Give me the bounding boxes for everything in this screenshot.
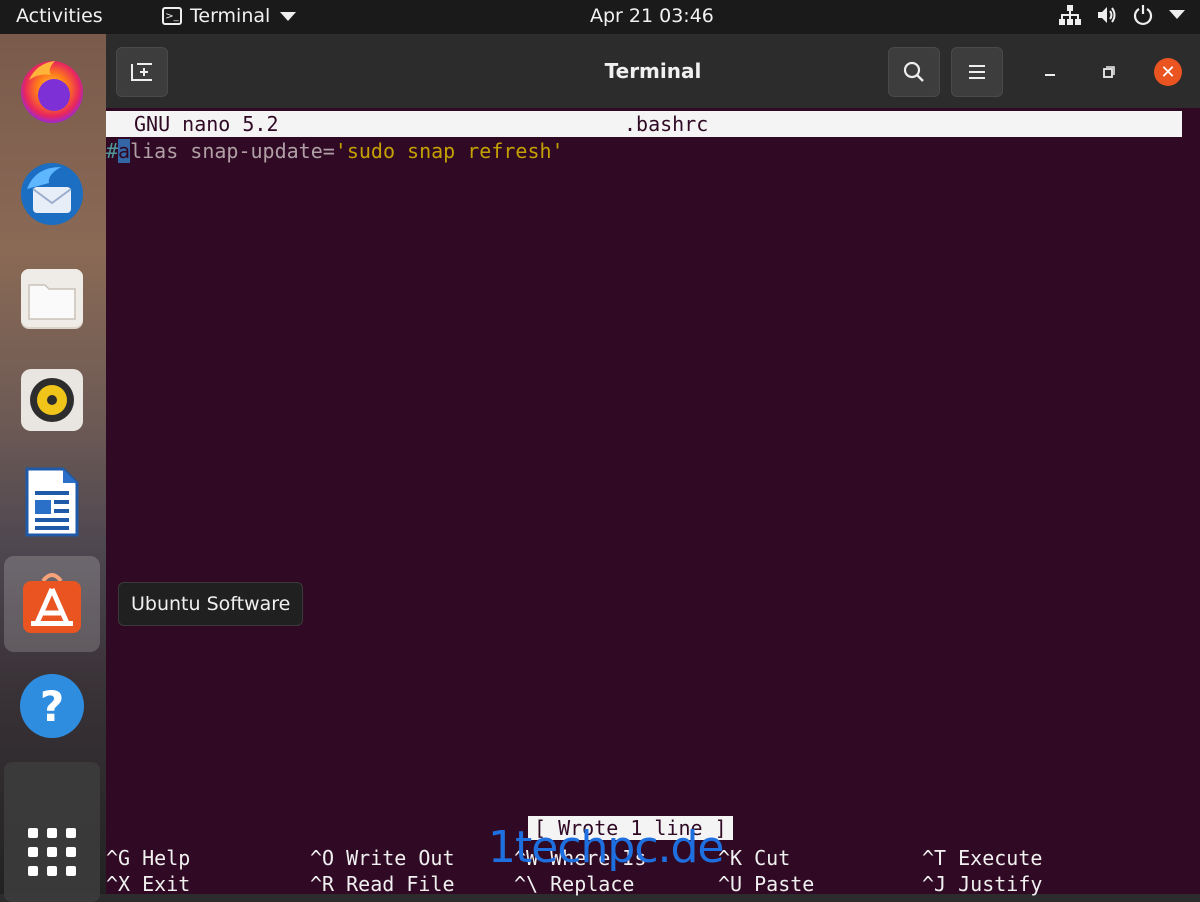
- nano-filename: .bashrc: [624, 112, 709, 136]
- shortcut-exit[interactable]: ^X Exit: [106, 872, 190, 896]
- shortcut-write-out[interactable]: ^O Write Out: [310, 846, 455, 870]
- restore-icon: [1103, 66, 1115, 78]
- comment-hash: #: [106, 139, 119, 163]
- window-titlebar[interactable]: Terminal ✕: [106, 36, 1200, 108]
- libreoffice-writer-icon[interactable]: [16, 466, 88, 538]
- shortcut-justify[interactable]: ^J Justify: [922, 872, 1042, 896]
- nano-version: GNU nano 5.2: [134, 112, 279, 136]
- app-menu-label: Terminal: [190, 5, 271, 27]
- chevron-down-icon: [280, 11, 297, 21]
- shortcut-execute[interactable]: ^T Execute: [922, 846, 1042, 870]
- minimize-button[interactable]: [1036, 58, 1064, 86]
- text-cursor: a: [118, 139, 131, 163]
- shortcut-paste[interactable]: ^U Paste: [718, 872, 814, 896]
- line-string: 'sudo snap refresh': [334, 139, 564, 163]
- hamburger-menu-icon: [969, 65, 985, 79]
- editor-line[interactable]: #alias snap-update='sudo snap refresh': [106, 139, 564, 163]
- clock[interactable]: Apr 21 03:46: [590, 5, 714, 27]
- activities-button[interactable]: Activities: [16, 5, 103, 27]
- firefox-icon[interactable]: [16, 54, 88, 126]
- close-icon: ✕: [1160, 61, 1176, 83]
- help-icon[interactable]: ?: [16, 670, 88, 742]
- line-text: lias snap-update=: [130, 139, 335, 163]
- dock-tooltip: Ubuntu Software: [118, 582, 304, 626]
- rhythmbox-icon[interactable]: [16, 364, 88, 436]
- terminal-content[interactable]: GNU nano 5.2 .bashrc #alias snap-update=…: [106, 108, 1200, 896]
- volume-icon: [1098, 7, 1116, 23]
- watermark: 1techpc.de: [488, 822, 725, 873]
- show-apps-icon[interactable]: [16, 816, 88, 888]
- shortcut-replace[interactable]: ^\ Replace: [514, 872, 634, 896]
- svg-text:?: ?: [40, 682, 64, 731]
- files-icon[interactable]: [16, 262, 88, 334]
- dock: ?: [0, 34, 106, 902]
- power-icon: [1133, 5, 1153, 26]
- chevron-down-icon: [1169, 10, 1185, 19]
- network-icon: [1059, 5, 1081, 25]
- search-button[interactable]: [888, 47, 940, 97]
- nano-title-bar: GNU nano 5.2 .bashrc: [106, 111, 1182, 137]
- shortcut-read-file[interactable]: ^R Read File: [310, 872, 455, 896]
- minimize-icon: [1045, 74, 1055, 76]
- terminal-icon: >_: [162, 7, 182, 25]
- shortcut-cut[interactable]: ^K Cut: [718, 846, 790, 870]
- system-status-area[interactable]: [1058, 4, 1186, 26]
- thunderbird-icon[interactable]: [16, 158, 88, 230]
- menu-button[interactable]: [951, 47, 1003, 97]
- terminal-window: Terminal ✕ GNU nano 5.2 .bashrc #alias s…: [106, 36, 1200, 896]
- ubuntu-software-icon[interactable]: [16, 568, 88, 640]
- top-bar: Activities >_ Terminal Apr 21 03:46: [0, 0, 1200, 34]
- maximize-button[interactable]: [1095, 58, 1123, 86]
- close-button[interactable]: ✕: [1154, 58, 1182, 86]
- app-menu[interactable]: >_ Terminal: [162, 5, 297, 27]
- search-icon: [903, 61, 924, 82]
- shortcut-help[interactable]: ^G Help: [106, 846, 190, 870]
